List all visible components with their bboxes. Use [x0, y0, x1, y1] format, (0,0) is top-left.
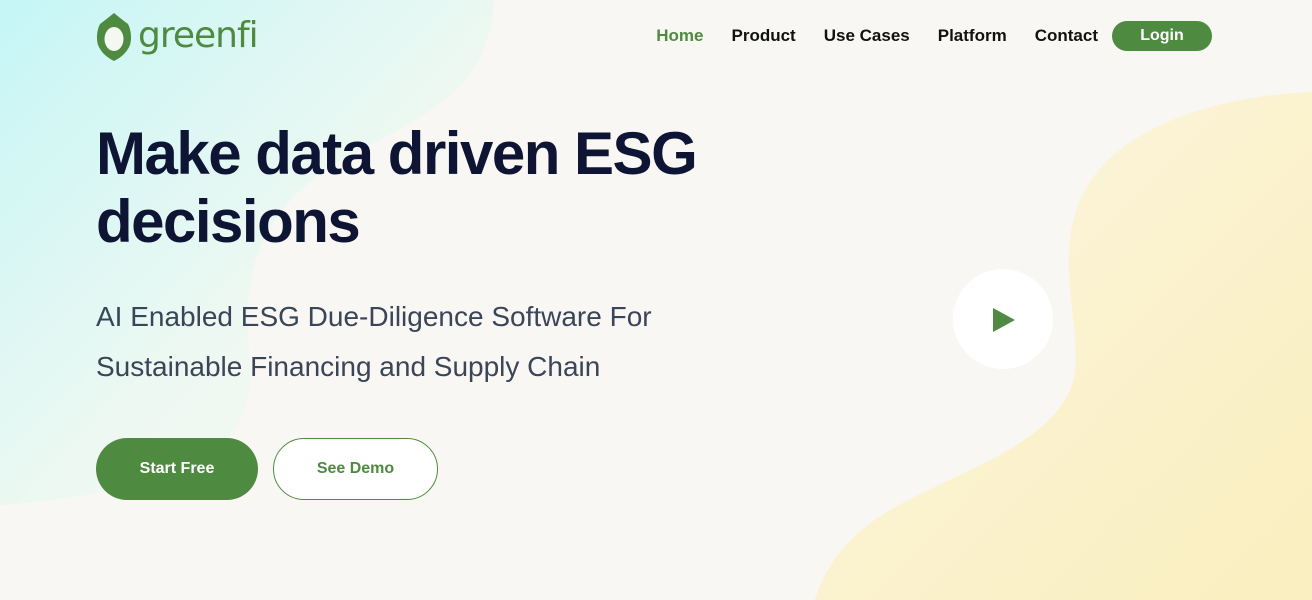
- landing-page: greenfi Home Product Use Cases Platform …: [0, 0, 1312, 600]
- main-nav: Home Product Use Cases Platform Contact …: [656, 21, 1212, 51]
- brand-name: greenfi: [138, 14, 259, 56]
- see-demo-button[interactable]: See Demo: [273, 438, 438, 500]
- nav-use-cases[interactable]: Use Cases: [824, 26, 910, 46]
- login-button[interactable]: Login: [1112, 21, 1212, 51]
- hero-title-line-1: Make data driven ESG: [96, 120, 698, 187]
- nav-product[interactable]: Product: [732, 26, 796, 46]
- hero-title-line-2: decisions: [96, 188, 361, 255]
- play-icon: [993, 308, 1015, 332]
- play-video-button[interactable]: [953, 269, 1053, 369]
- hero-title: Make data driven ESG decisions: [96, 120, 856, 256]
- nav-contact[interactable]: Contact: [1035, 26, 1098, 46]
- nav-platform[interactable]: Platform: [938, 26, 1007, 46]
- leaf-ring-icon: [96, 13, 132, 61]
- hero-subtitle-line-2: Sustainable Financing and Supply Chain: [96, 351, 601, 382]
- nav-home[interactable]: Home: [656, 26, 703, 46]
- logo-link[interactable]: greenfi: [96, 12, 259, 62]
- hero-subtitle: AI Enabled ESG Due-Diligence Software Fo…: [96, 292, 796, 392]
- site-header: greenfi Home Product Use Cases Platform …: [0, 0, 1312, 72]
- hero-subtitle-line-1: AI Enabled ESG Due-Diligence Software Fo…: [96, 301, 652, 332]
- start-free-button[interactable]: Start Free: [96, 438, 258, 500]
